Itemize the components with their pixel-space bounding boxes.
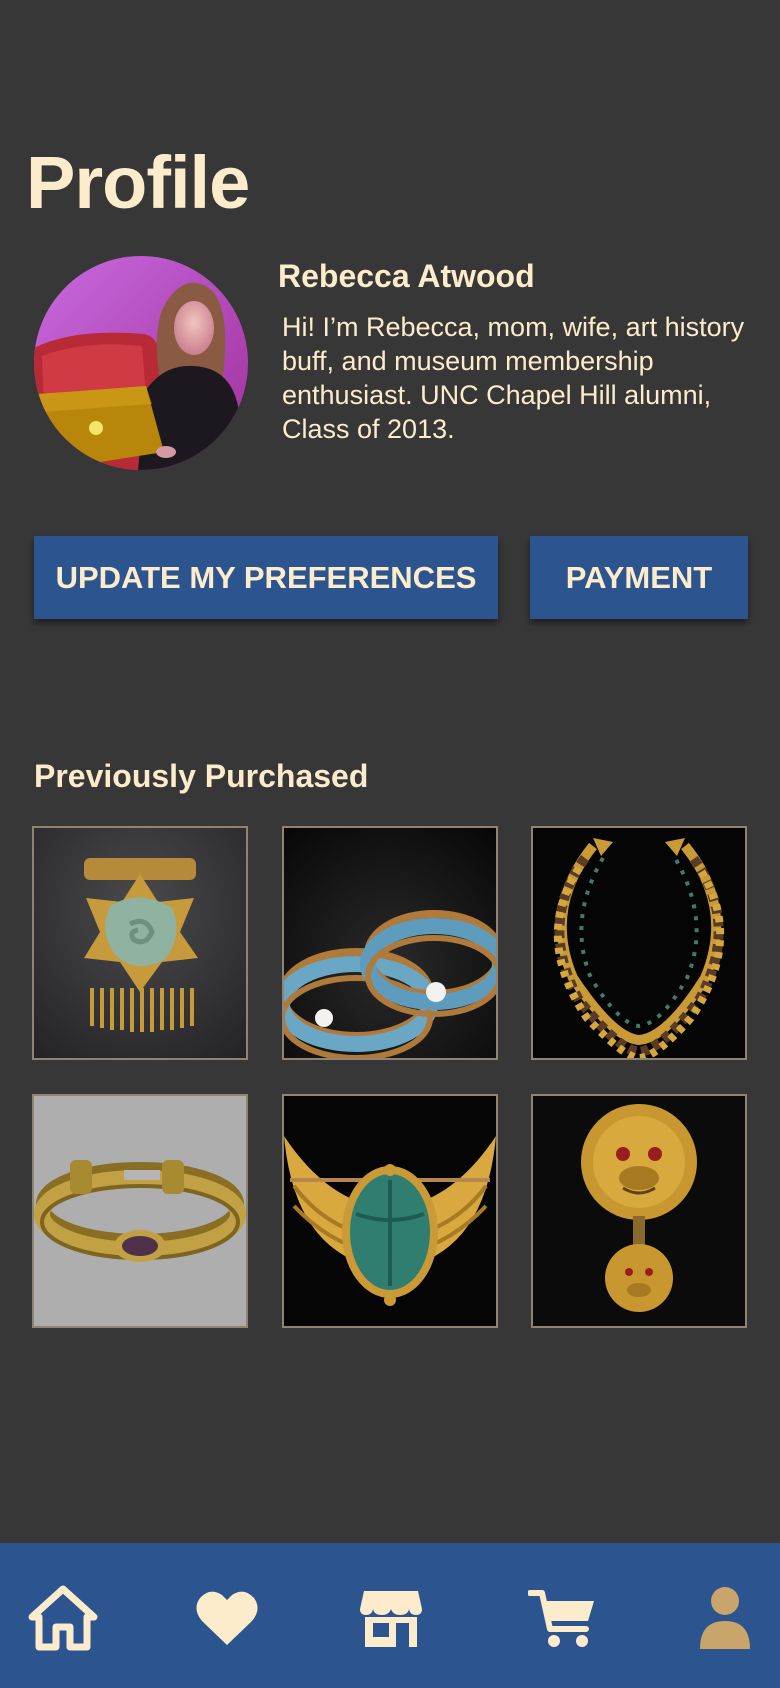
purchased-item-gold-cuff[interactable]: [32, 1094, 248, 1328]
user-bio: Hi! I’m Rebecca, mom, wife, art history …: [282, 312, 745, 444]
nav-home[interactable]: [28, 1583, 98, 1653]
profile-photo: [34, 256, 248, 470]
page-title: Profile: [26, 141, 250, 224]
home-icon: [28, 1585, 98, 1651]
heart-icon: [196, 1591, 258, 1645]
gold-collar-necklace-image: [533, 828, 745, 1058]
user-icon: [700, 1587, 750, 1649]
gold-cuff-bracelet-image: [34, 1096, 246, 1326]
nav-favorites[interactable]: [192, 1583, 262, 1653]
nav-profile[interactable]: [690, 1583, 760, 1653]
previously-purchased-heading: Previously Purchased: [34, 758, 369, 794]
bottom-navigation: [0, 1543, 780, 1688]
update-preferences-button[interactable]: UPDATE MY PREFERENCES: [34, 536, 498, 619]
purchased-item-jade-brooch[interactable]: [32, 826, 248, 1060]
enamel-bangles-image: [284, 828, 496, 1058]
purchased-item-gold-necklace[interactable]: [531, 826, 747, 1060]
nav-cart[interactable]: [528, 1583, 598, 1653]
winged-scarab-brooch-image: [284, 1096, 496, 1326]
user-name: Rebecca Atwood: [278, 258, 535, 294]
avatar[interactable]: [34, 256, 248, 470]
store-icon: [360, 1591, 422, 1647]
purchased-item-enamel-bangles[interactable]: [282, 826, 498, 1060]
nav-store[interactable]: [356, 1583, 426, 1653]
jade-brooch-image: [34, 828, 246, 1058]
lion-head-pendant-image: [533, 1096, 745, 1326]
cart-icon: [528, 1590, 594, 1647]
purchased-item-winged-scarab[interactable]: [282, 1094, 498, 1328]
purchased-item-lion-pendant[interactable]: [531, 1094, 747, 1328]
payment-button[interactable]: PAYMENT: [530, 536, 748, 619]
